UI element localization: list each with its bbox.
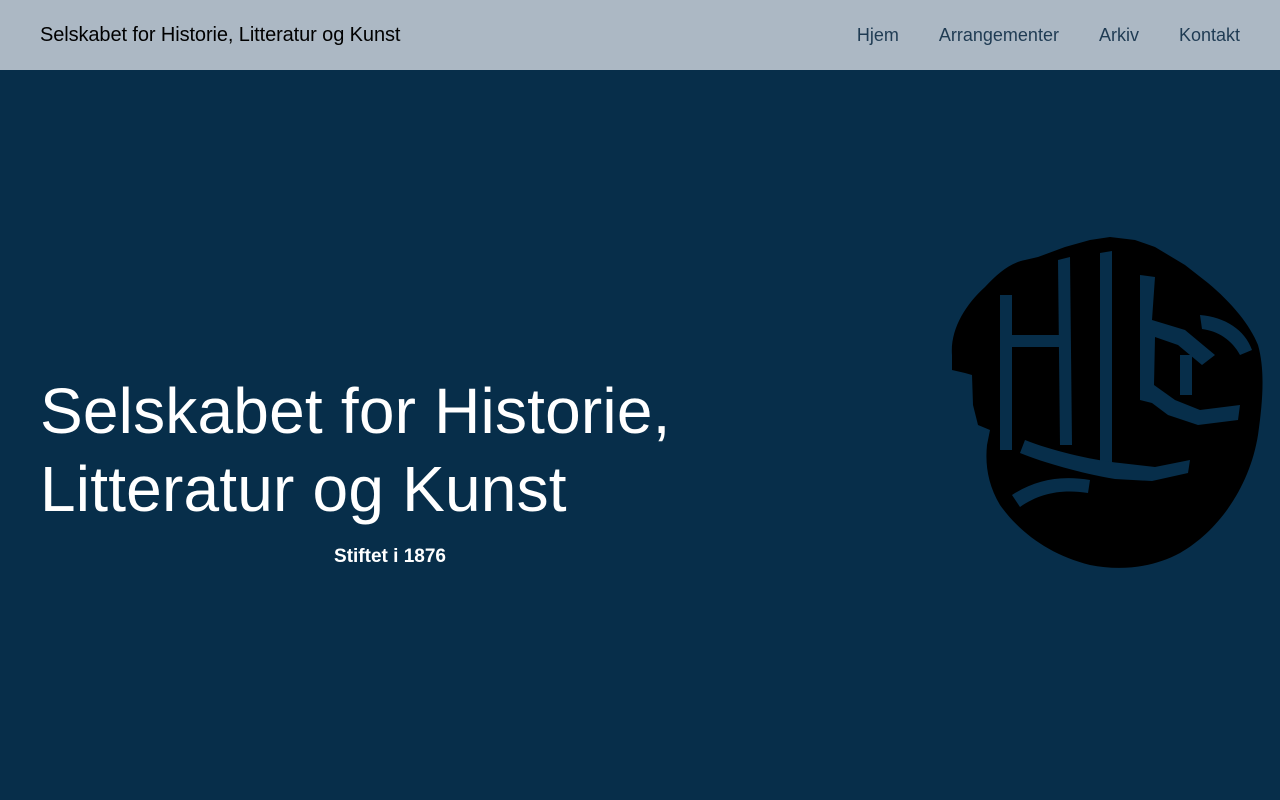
hero-title: Selskabet for Historie, Litteratur og Ku… — [40, 372, 740, 528]
main-nav: Hjem Arrangementer Arkiv Kontakt — [857, 25, 1240, 46]
nav-item-hjem[interactable]: Hjem — [857, 25, 899, 46]
hlk-monogram-logo-icon — [951, 237, 1263, 568]
hero-title-line-1: Selskabet for Historie, — [40, 375, 671, 447]
nav-item-kontakt[interactable]: Kontakt — [1179, 25, 1240, 46]
site-title-link[interactable]: Selskabet for Historie, Litteratur og Ku… — [40, 24, 400, 47]
site-header: Selskabet for Historie, Litteratur og Ku… — [0, 0, 1280, 70]
hero-text-block: Selskabet for Historie, Litteratur og Ku… — [40, 372, 740, 567]
hero-title-line-2: Litteratur og Kunst — [40, 453, 567, 525]
nav-item-arrangementer[interactable]: Arrangementer — [939, 25, 1059, 46]
hero-subtitle: Stiftet i 1876 — [334, 546, 446, 567]
nav-item-arkiv[interactable]: Arkiv — [1099, 25, 1139, 46]
hero-section: Selskabet for Historie, Litteratur og Ku… — [0, 70, 1280, 800]
